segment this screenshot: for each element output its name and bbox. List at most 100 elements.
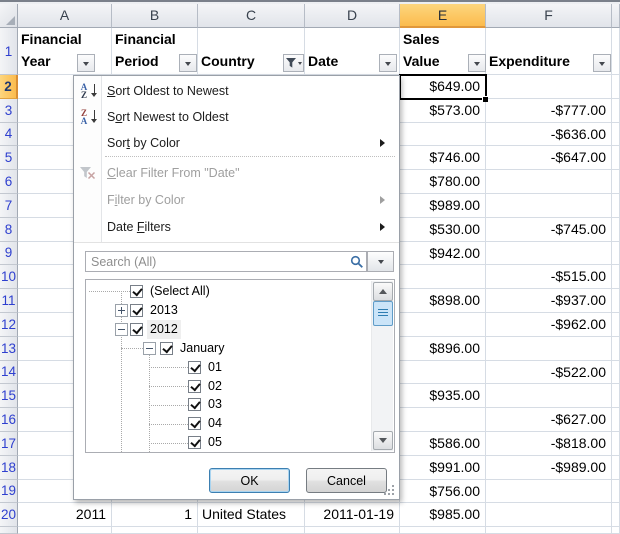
cell-F3[interactable]: -$777.00 <box>486 99 612 123</box>
search-dropdown-button[interactable] <box>367 251 394 272</box>
tree-item-label[interactable]: 01 <box>205 358 225 377</box>
column-header-E[interactable]: E <box>400 4 486 28</box>
menu-item-sort-by-color[interactable]: Sort by Color <box>74 130 398 156</box>
row-header-9[interactable]: 9 <box>0 242 18 266</box>
tree-item-label[interactable]: 05 <box>205 433 225 452</box>
row-header-12[interactable]: 12 <box>0 313 18 337</box>
checkbox[interactable] <box>130 304 143 317</box>
checkbox[interactable] <box>130 323 143 336</box>
cell-F21[interactable] <box>486 527 612 534</box>
cell-E14[interactable] <box>400 361 486 385</box>
cell-E12[interactable] <box>400 313 486 337</box>
tree-expander[interactable] <box>115 304 128 317</box>
cell-E9[interactable]: $942.00 <box>400 242 486 266</box>
cell-G3[interactable] <box>612 99 620 123</box>
cell-F9[interactable] <box>486 242 612 266</box>
cell-G20[interactable] <box>612 503 620 527</box>
tree-item-label[interactable]: 02 <box>205 377 225 396</box>
cell-E3[interactable]: $573.00 <box>400 99 486 123</box>
tree-item-04[interactable]: 04 <box>86 414 372 433</box>
cell-E5[interactable]: $746.00 <box>400 146 486 170</box>
row-header-19[interactable]: 19 <box>0 480 18 504</box>
tree-item-01[interactable]: 01 <box>86 358 372 377</box>
tree-item-label[interactable]: 2013 <box>147 301 181 320</box>
cell-F12[interactable]: -$962.00 <box>486 313 612 337</box>
cell-G7[interactable] <box>612 194 620 218</box>
cell-G9[interactable] <box>612 242 620 266</box>
cancel-button[interactable]: Cancel <box>306 468 387 493</box>
fill-handle[interactable] <box>482 96 488 102</box>
cell-G21[interactable] <box>612 527 620 534</box>
cell-F13[interactable] <box>486 337 612 361</box>
row-header-5[interactable]: 5 <box>0 146 18 170</box>
column-header-A[interactable]: A <box>18 4 112 28</box>
row-header-1[interactable]: 1 <box>0 28 18 75</box>
checkbox[interactable] <box>188 417 201 430</box>
row-header-10[interactable]: 10 <box>0 265 18 289</box>
column-header-C[interactable]: C <box>198 4 305 28</box>
checkbox[interactable] <box>130 285 143 298</box>
cell-G16[interactable] <box>612 408 620 432</box>
cell-F10[interactable]: -$515.00 <box>486 265 612 289</box>
cell-G10[interactable] <box>612 265 620 289</box>
cell-F11[interactable]: -$937.00 <box>486 289 612 313</box>
row-header-8[interactable]: 8 <box>0 218 18 242</box>
filter-dropdown-button-D[interactable] <box>379 54 397 72</box>
menu-item-sort-oldest[interactable]: A ZSort Oldest to Newest <box>74 78 398 104</box>
tree-item-label[interactable]: (Select All) <box>147 282 213 301</box>
cell-D20[interactable]: 2011-01-19 <box>305 503 400 527</box>
row-header-15[interactable]: 15 <box>0 384 18 408</box>
cell-E4[interactable] <box>400 123 486 147</box>
row-header-4[interactable]: 4 <box>0 123 18 147</box>
filter-dropdown-button-B[interactable] <box>179 54 197 72</box>
column-header-F[interactable]: F <box>486 4 612 28</box>
cell-F5[interactable]: -$647.00 <box>486 146 612 170</box>
menu-item-date-filters[interactable]: Date Filters <box>74 214 398 240</box>
cell-G5[interactable] <box>612 146 620 170</box>
tree-item-label[interactable]: 03 <box>205 395 225 414</box>
row-header-2[interactable]: 2 <box>0 75 18 99</box>
filter-dropdown-button-E[interactable] <box>468 54 486 72</box>
cell-F15[interactable] <box>486 384 612 408</box>
cell-E19[interactable]: $756.00 <box>400 480 486 504</box>
scroll-thumb[interactable] <box>373 301 393 326</box>
tree-item-label[interactable]: January <box>177 339 227 358</box>
column-header-partial[interactable] <box>612 4 620 28</box>
cell-E11[interactable]: $898.00 <box>400 289 486 313</box>
cell-G14[interactable] <box>612 361 620 385</box>
cell-G13[interactable] <box>612 337 620 361</box>
cell-G8[interactable] <box>612 218 620 242</box>
tree-item-january[interactable]: January <box>86 339 372 358</box>
cell-F17[interactable]: -$818.00 <box>486 432 612 456</box>
list-scrollbar[interactable] <box>371 281 393 451</box>
cell-G18[interactable] <box>612 456 620 480</box>
cell-E6[interactable]: $780.00 <box>400 170 486 194</box>
cell-C21[interactable] <box>198 527 305 534</box>
row-header-16[interactable]: 16 <box>0 408 18 432</box>
cell-E17[interactable]: $586.00 <box>400 432 486 456</box>
cell-B21[interactable] <box>112 527 198 534</box>
header-cell-A1[interactable]: FinancialYear <box>18 28 112 75</box>
checkbox[interactable] <box>188 361 201 374</box>
cell-F16[interactable]: -$627.00 <box>486 408 612 432</box>
cell-F7[interactable] <box>486 194 612 218</box>
tree-expander[interactable] <box>143 342 156 355</box>
cell-F6[interactable] <box>486 170 612 194</box>
resize-grip[interactable] <box>384 485 395 496</box>
cell-E10[interactable] <box>400 265 486 289</box>
row-header-7[interactable]: 7 <box>0 194 18 218</box>
cell-E13[interactable]: $896.00 <box>400 337 486 361</box>
cell-E8[interactable]: $530.00 <box>400 218 486 242</box>
cell-B20[interactable]: 1 <box>112 503 198 527</box>
cell-G4[interactable] <box>612 123 620 147</box>
row-header-18[interactable]: 18 <box>0 456 18 480</box>
cell-G12[interactable] <box>612 313 620 337</box>
cell-F18[interactable]: -$989.00 <box>486 456 612 480</box>
row-header-20[interactable]: 20 <box>0 503 18 527</box>
cell-E20[interactable]: $985.00 <box>400 503 486 527</box>
tree-item-02[interactable]: 02 <box>86 377 372 396</box>
checkbox[interactable] <box>188 436 201 449</box>
column-header-D[interactable]: D <box>305 4 400 28</box>
cell-F14[interactable]: -$522.00 <box>486 361 612 385</box>
tree-item-select-all[interactable]: (Select All) <box>86 282 372 301</box>
